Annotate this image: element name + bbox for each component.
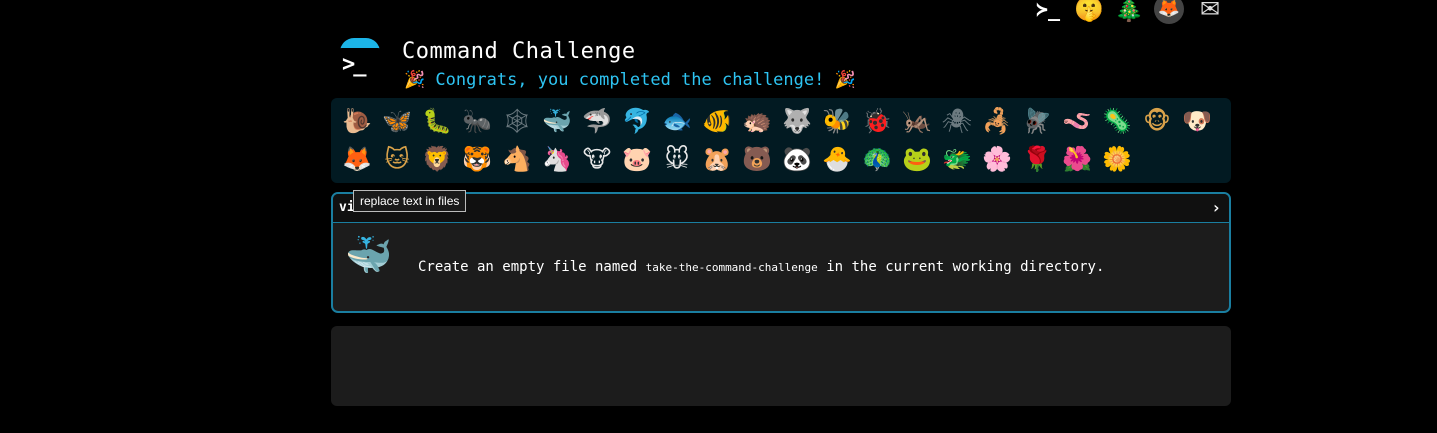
animal-icon[interactable]: 🐮	[577, 145, 617, 173]
animal-icon[interactable]: 🐣	[817, 145, 857, 173]
animal-icon[interactable]: 🕷	[937, 107, 977, 135]
animal-icon[interactable]: 🦈	[577, 107, 617, 135]
animal-icon[interactable]: 🐬	[617, 107, 657, 135]
congrats-subtitle: 🎉 Congrats, you completed the challenge!…	[404, 70, 856, 90]
animal-icon[interactable]: 🐟	[657, 107, 697, 135]
animal-icon[interactable]: 🦊	[337, 145, 377, 173]
animal-icon[interactable]: 🦄	[537, 145, 577, 173]
animal-icon[interactable]: 🐜	[457, 107, 497, 135]
animal-row-1: 🐌 🦋 🐛 🐜 🕸 🐳 🦈 🐬 🐟 🐠 🦔 🐺 🐝 🐞 🦗 🕷 🦂 🪰 🪱 🦠 🐵 🐶	[337, 102, 1225, 140]
challenge-description: Create an empty file named take-the-comm…	[418, 259, 1104, 275]
animal-icon[interactable]: 🐱	[377, 145, 417, 173]
animal-icon[interactable]: 🐵	[1137, 107, 1177, 135]
app-logo[interactable]: >_	[336, 38, 384, 86]
animal-icon[interactable]: 🐴	[497, 145, 537, 173]
animal-icon[interactable]: 🐝	[817, 107, 857, 135]
animal-icon[interactable]: 🐲	[937, 145, 977, 173]
animal-icon[interactable]: 🌼	[1097, 145, 1137, 173]
whale-icon: 🐳	[345, 233, 393, 277]
animal-icon[interactable]: 🕸	[497, 107, 537, 135]
animal-icon[interactable]: 🐶	[1177, 107, 1217, 135]
animal-icon[interactable]: 🦚	[857, 145, 897, 173]
page-title: Command Challenge	[402, 39, 636, 64]
filename-code: take-the-command-challenge	[645, 261, 818, 274]
animal-icon[interactable]: 🐯	[457, 145, 497, 173]
animal-icon[interactable]: 🦠	[1097, 107, 1137, 135]
animal-icon[interactable]: 🐹	[697, 145, 737, 173]
tree-icon[interactable]: 🎄	[1114, 0, 1144, 23]
next-challenge-arrow-icon[interactable]: ›	[1211, 198, 1221, 217]
terminal-area[interactable]	[331, 326, 1231, 406]
terminal-icon[interactable]: ≻_	[1034, 0, 1062, 23]
top-icon-bar: ≻_ 🤫 🎄 🦊 ✉	[1034, 0, 1224, 24]
animal-icon[interactable]: 🐛	[417, 107, 457, 135]
animal-icon[interactable]: 🐳	[537, 107, 577, 135]
party-popper-icon: 🎉	[834, 70, 856, 90]
congrats-text: Congrats, you completed the challenge!	[435, 70, 825, 90]
animal-icon[interactable]: 🌸	[977, 145, 1017, 173]
description-text-before: Create an empty file named	[418, 259, 638, 275]
animal-icon[interactable]: 🦔	[737, 107, 777, 135]
animal-icon[interactable]: 🐠	[697, 107, 737, 135]
animal-icon[interactable]: 🐸	[897, 145, 937, 173]
animal-icon[interactable]: 🦗	[897, 107, 937, 135]
description-text-after: in the current working directory.	[826, 259, 1105, 275]
animal-icon[interactable]: 🐌	[337, 107, 377, 135]
animal-icon[interactable]: 🐼	[777, 145, 817, 173]
mail-icon[interactable]: ✉	[1196, 0, 1224, 23]
animal-icon[interactable]: 🦁	[417, 145, 457, 173]
animal-icon[interactable]: 🪰	[1017, 107, 1057, 135]
tooltip: replace text in files	[353, 190, 467, 212]
challenge-body: 🐳 Create an empty file named take-the-co…	[333, 223, 1229, 311]
challenge-header[interactable]: vi ›	[333, 194, 1229, 223]
animal-icon[interactable]: 🐷	[617, 145, 657, 173]
party-popper-icon: 🎉	[404, 70, 426, 90]
gitlab-icon[interactable]: 🦊	[1154, 0, 1184, 24]
animal-icon[interactable]: 🐻	[737, 145, 777, 173]
animal-icon[interactable]: 🌺	[1057, 145, 1097, 173]
shushing-face-icon[interactable]: 🤫	[1074, 0, 1104, 23]
animal-icon[interactable]: 🐞	[857, 107, 897, 135]
animal-row-2: 🦊 🐱 🦁 🐯 🐴 🦄 🐮 🐷 🐭 🐹 🐻 🐼 🐣 🦚 🐸 🐲 🌸 🌹 🌺 🌼	[337, 140, 1225, 178]
animal-icon[interactable]: 🐺	[777, 107, 817, 135]
terminal-prompt-icon: >_	[342, 52, 366, 77]
animal-icon[interactable]: 🐭	[657, 145, 697, 173]
animal-icon[interactable]: 🦂	[977, 107, 1017, 135]
animal-icon[interactable]: 🌹	[1017, 145, 1057, 173]
challenge-animal-bar: 🐌 🦋 🐛 🐜 🕸 🐳 🦈 🐬 🐟 🐠 🦔 🐺 🐝 🐞 🦗 🕷 🦂 🪰 🪱 🦠 🐵 🐶 🦊 🐱 🦁 🐯 🐴 🦄 🐮 🐷 🐭 🐹 🐻 🐼 🐣 🦚 🐸 🐲 🌸…	[331, 98, 1231, 183]
animal-icon[interactable]: 🦋	[377, 107, 417, 135]
animal-icon[interactable]: 🪱	[1057, 107, 1097, 135]
